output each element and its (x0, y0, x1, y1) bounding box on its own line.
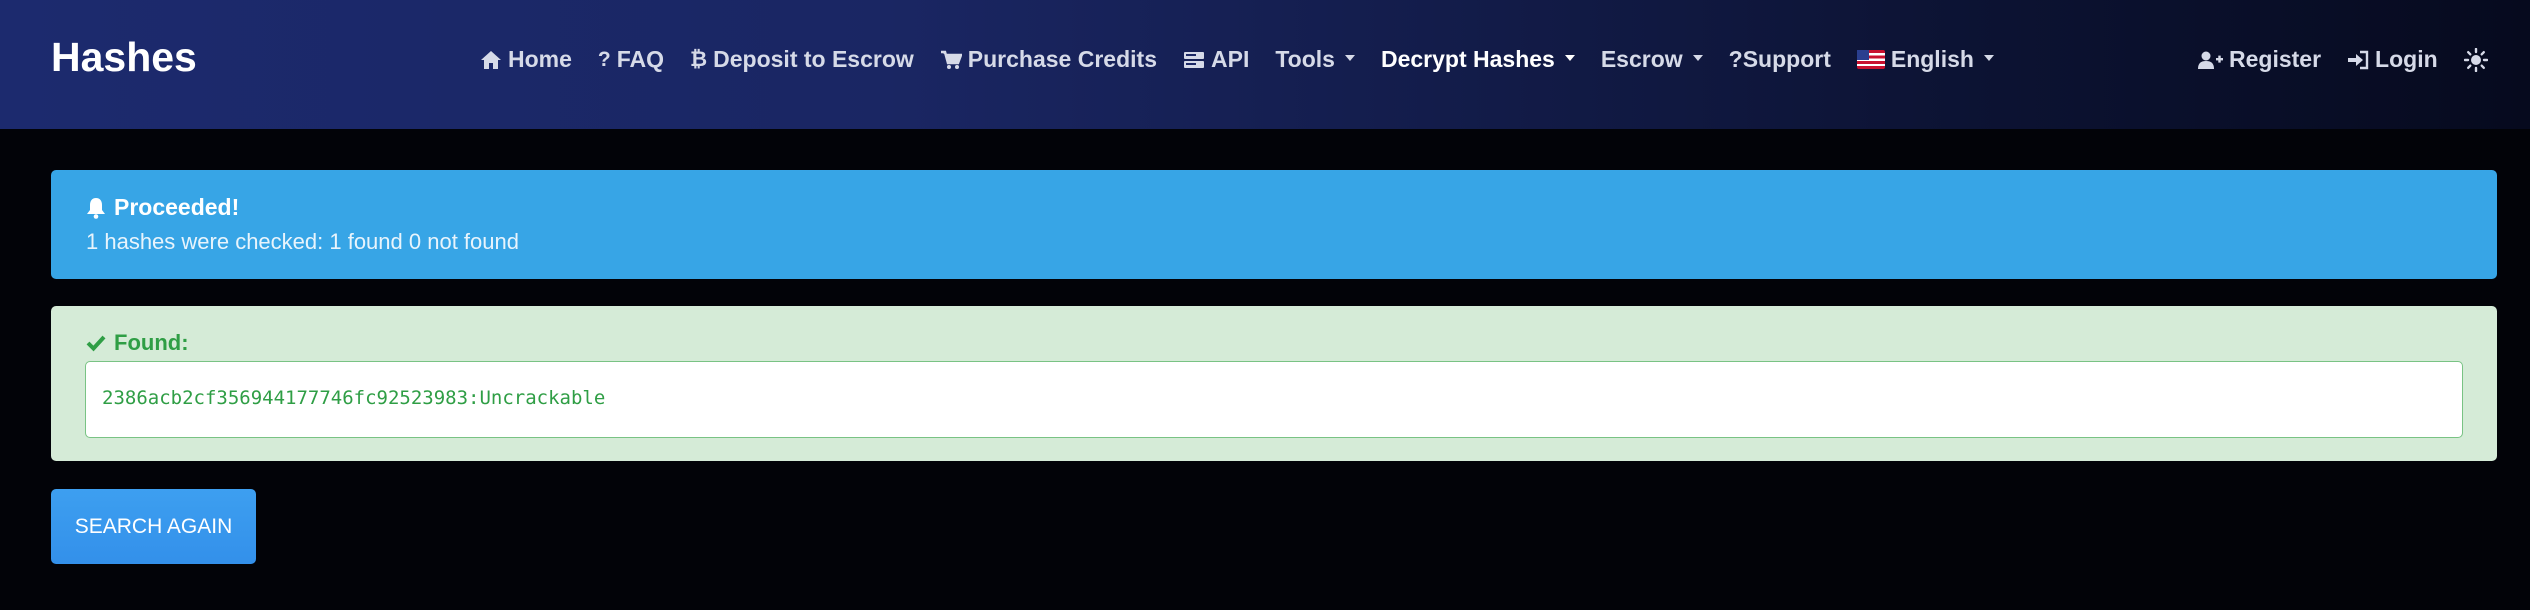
nav-login[interactable]: Login (2347, 46, 2438, 73)
nav-faq-label: FAQ (616, 46, 665, 72)
language-label: English (1890, 46, 1974, 72)
alert-message: 1 hashes were checked: 1 found 0 not fou… (86, 229, 519, 254)
nav-api-label: API (1211, 46, 1250, 72)
us-flag-icon (1856, 50, 1885, 69)
nav-tools-label: Tools (1275, 46, 1335, 72)
nav-deposit[interactable]: ₿ Deposit to Escrow (690, 46, 914, 73)
nav-register[interactable]: Register (2197, 46, 2321, 73)
main-nav: Home ? FAQ ₿ Deposit to Escrow Purchase … (480, 46, 1994, 73)
nav-decrypt-dropdown[interactable]: Decrypt Hashes (1381, 46, 1575, 73)
nav-decrypt-label: Decrypt Hashes (1380, 46, 1555, 72)
account-nav: Register Login (2197, 46, 2488, 73)
nav-support[interactable]: ?Support (1729, 46, 1831, 73)
user-plus-icon (2197, 50, 2223, 70)
nav-support-label: ?Support (1728, 46, 1831, 72)
bitcoin-icon: ₿ (690, 47, 708, 71)
brand-logo[interactable]: Hashes (51, 34, 197, 81)
question-icon: ? (597, 47, 611, 71)
nav-register-label: Register (2229, 46, 2322, 72)
nav-escrow-dropdown[interactable]: Escrow (1601, 46, 1703, 73)
home-icon (480, 50, 502, 70)
theme-toggle[interactable] (2463, 47, 2488, 72)
language-dropdown[interactable]: English (1856, 46, 1994, 73)
chevron-down-icon (1692, 54, 1703, 61)
navbar: Hashes Home ? FAQ ₿ Deposit to Escrow Pu… (0, 0, 2530, 129)
nav-escrow-label: Escrow (1600, 46, 1683, 72)
nav-login-label: Login (2375, 46, 2438, 72)
alert-title: Proceeded! (86, 194, 2462, 221)
found-title: Found: (86, 330, 2462, 356)
nav-purchase[interactable]: Purchase Credits (940, 46, 1157, 73)
nav-home[interactable]: Home (480, 46, 572, 73)
sign-in-icon (2347, 50, 2369, 70)
nav-purchase-label: Purchase Credits (967, 46, 1157, 72)
server-icon (1183, 50, 1205, 70)
alert-title-text: Proceeded! (114, 194, 240, 220)
nav-api[interactable]: API (1183, 46, 1249, 73)
cart-icon (940, 50, 962, 70)
nav-faq[interactable]: ? FAQ (598, 46, 664, 73)
search-again-button[interactable]: SEARCH AGAIN (51, 489, 256, 564)
found-title-text: Found: (114, 330, 189, 355)
chevron-down-icon (1564, 54, 1575, 61)
nav-deposit-label: Deposit to Escrow (713, 46, 914, 72)
found-alert: Found: 2386acb2cf356944177746fc92523983:… (51, 306, 2497, 461)
result-output[interactable]: 2386acb2cf356944177746fc92523983:Uncrack… (85, 361, 2463, 438)
check-icon (86, 334, 106, 352)
nav-tools-dropdown[interactable]: Tools (1275, 46, 1355, 73)
chevron-down-icon (1983, 54, 1994, 61)
bell-icon (86, 197, 106, 219)
chevron-down-icon (1344, 54, 1355, 61)
nav-home-label: Home (508, 46, 572, 72)
proceeded-alert: Proceeded! 1 hashes were checked: 1 foun… (51, 170, 2497, 279)
sun-icon (2463, 47, 2488, 72)
